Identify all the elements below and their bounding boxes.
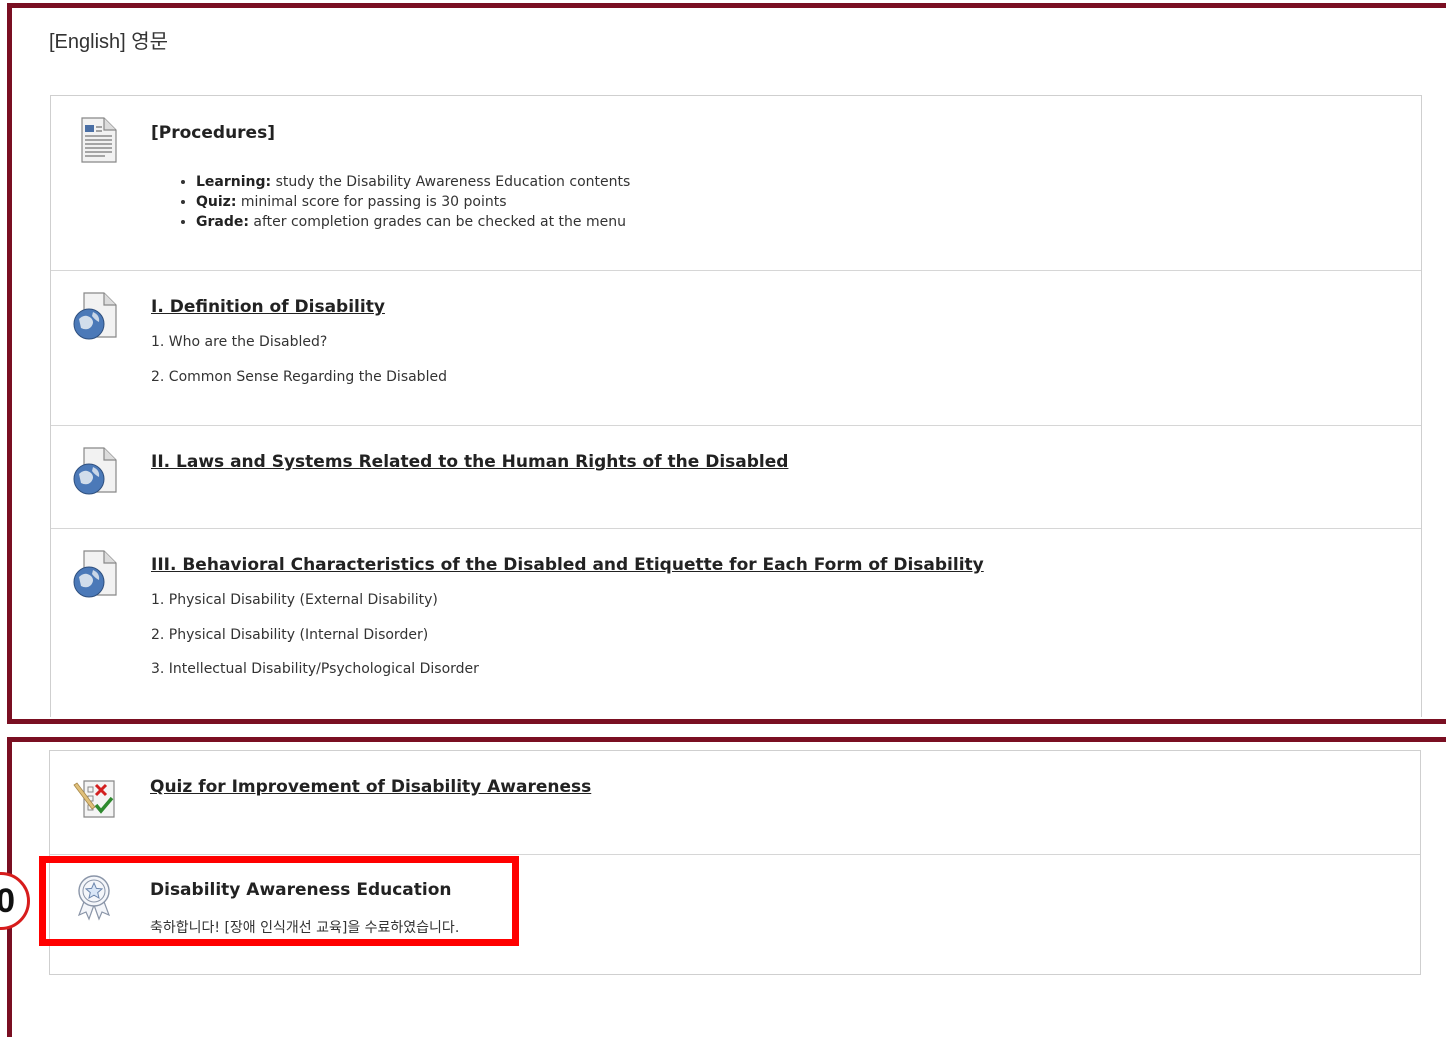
badge-title: Disability Awareness Education [150,880,452,900]
item-title: [Procedures] [151,123,275,143]
section-title: [English] 영문 [49,25,168,54]
sub-topic: 1. Physical Disability (External Disabil… [151,592,438,608]
quiz-link[interactable]: Quiz for Improvement of Disability Aware… [150,777,591,797]
completion-message: 축하합니다! [장애 인식개선 교육]을 수료하였습니다. [150,917,459,937]
definition-link[interactable]: I. Definition of Disability [151,297,385,317]
list-item-badge: Disability Awareness Education 축하합니다! [장… [50,855,1420,975]
list-item-definition: I. Definition of Disability 1. Who are t… [51,271,1421,426]
web-link-icon [71,549,119,599]
sub-topic: 1. Who are the Disabled? [151,334,327,350]
list-item-behavioral: III. Behavioral Characteristics of the D… [51,529,1421,718]
sub-topic: 2. Physical Disability (Internal Disorde… [151,627,428,643]
list-item-procedures: [Procedures] Learning: study the Disabil… [51,96,1421,271]
content-list: [Procedures] Learning: study the Disabil… [50,95,1422,717]
quiz-icon [70,771,118,821]
procedures-list: Learning: study the Disability Awareness… [178,172,630,232]
document-icon [71,116,119,166]
laws-link[interactable]: II. Laws and Systems Related to the Huma… [151,452,788,472]
list-item-laws: II. Laws and Systems Related to the Huma… [51,426,1421,529]
behavioral-link[interactable]: III. Behavioral Characteristics of the D… [151,555,984,575]
content-list-continued: Quiz for Improvement of Disability Aware… [49,750,1421,975]
web-link-icon [71,291,119,341]
sub-topic: 2. Common Sense Regarding the Disabled [151,369,447,385]
badge-icon [70,871,118,921]
web-link-icon [71,446,119,496]
list-item-quiz: Quiz for Improvement of Disability Aware… [50,751,1420,855]
list-item: Grade: after completion grades can be ch… [196,212,630,232]
list-item: Quiz: minimal score for passing is 30 po… [196,192,630,212]
sub-topic: 3. Intellectual Disability/Psychological… [151,661,479,677]
list-item: Learning: study the Disability Awareness… [196,172,630,192]
